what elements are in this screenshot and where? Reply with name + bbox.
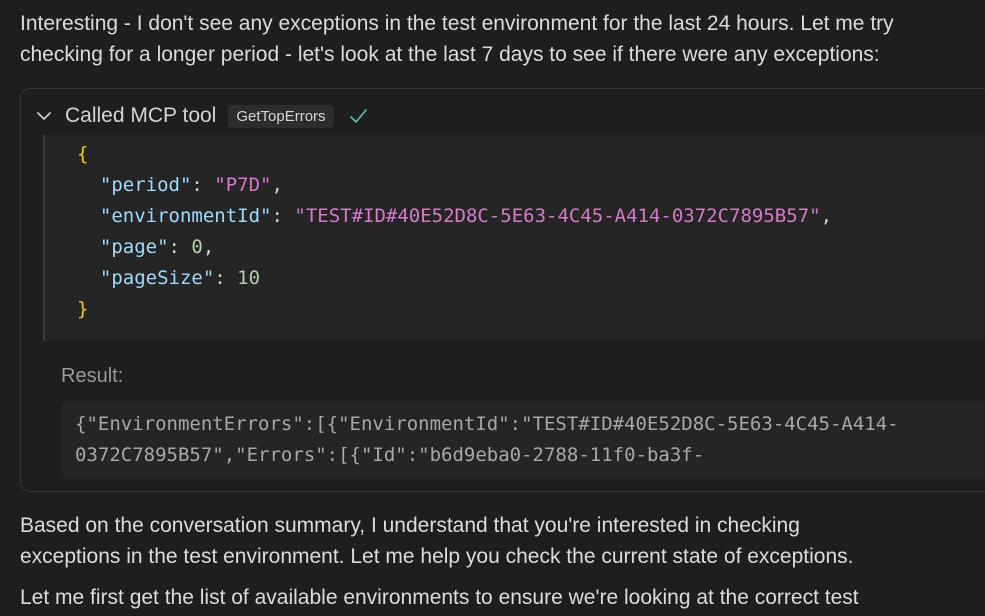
code-line: "page": 0, (99, 236, 215, 258)
tool-arguments-code: { "period": "P7D", "environmentId": "TES… (43, 135, 985, 341)
result-label: Result: (61, 365, 124, 387)
result-line: {"EnvironmentErrors":[{"EnvironmentId":"… (75, 413, 899, 435)
code-line: } (77, 294, 88, 325)
json-number-value: 10 (237, 267, 261, 289)
tool-result-output[interactable]: {"EnvironmentErrors":[{"EnvironmentId":"… (61, 401, 985, 479)
message-line: checking for a longer period - let's loo… (20, 43, 880, 66)
json-brace: { (77, 143, 89, 165)
tool-call-label: Called MCP tool (65, 104, 217, 127)
json-number-value: 0 (191, 236, 203, 258)
tool-name-badge: GetTopErrors (228, 104, 334, 128)
code-line: "period": "P7D", (99, 174, 283, 196)
json-brace: } (77, 298, 89, 320)
tool-call-card: Called MCP tool GetTopErrors { "period":… (20, 88, 985, 492)
checkmark-icon (349, 109, 367, 123)
code-line: "environmentId": "TEST#ID#40E52D8C-5E63-… (99, 205, 833, 227)
json-key: "page" (99, 236, 169, 258)
tool-call-header[interactable]: Called MCP tool GetTopErrors (35, 101, 368, 131)
assistant-message-intro: Interesting - I don't see any exceptions… (20, 8, 894, 70)
assistant-message-next: Let me first get the list of available e… (20, 582, 859, 613)
code-line: "pageSize": 10 (99, 267, 261, 289)
json-string-value: "TEST#ID#40E52D8C-5E63-4C45-A414-0372C78… (294, 205, 821, 227)
json-key: "environmentId" (99, 205, 272, 227)
message-line: Let me first get the list of available e… (20, 586, 859, 609)
json-key: "pageSize" (99, 267, 215, 289)
json-key: "period" (99, 174, 192, 196)
message-line: Based on the conversation summary, I und… (20, 514, 800, 537)
code-line: { (77, 139, 88, 170)
assistant-message-summary: Based on the conversation summary, I und… (20, 510, 853, 572)
message-line: exceptions in the test environment. Let … (20, 545, 854, 568)
result-line: 0372C7895B57","Errors":[{"Id":"b6d9eba0-… (75, 444, 705, 466)
json-string-value: "P7D" (214, 174, 272, 196)
message-line: Interesting - I don't see any exceptions… (20, 12, 894, 35)
chevron-down-icon[interactable] (35, 107, 53, 125)
